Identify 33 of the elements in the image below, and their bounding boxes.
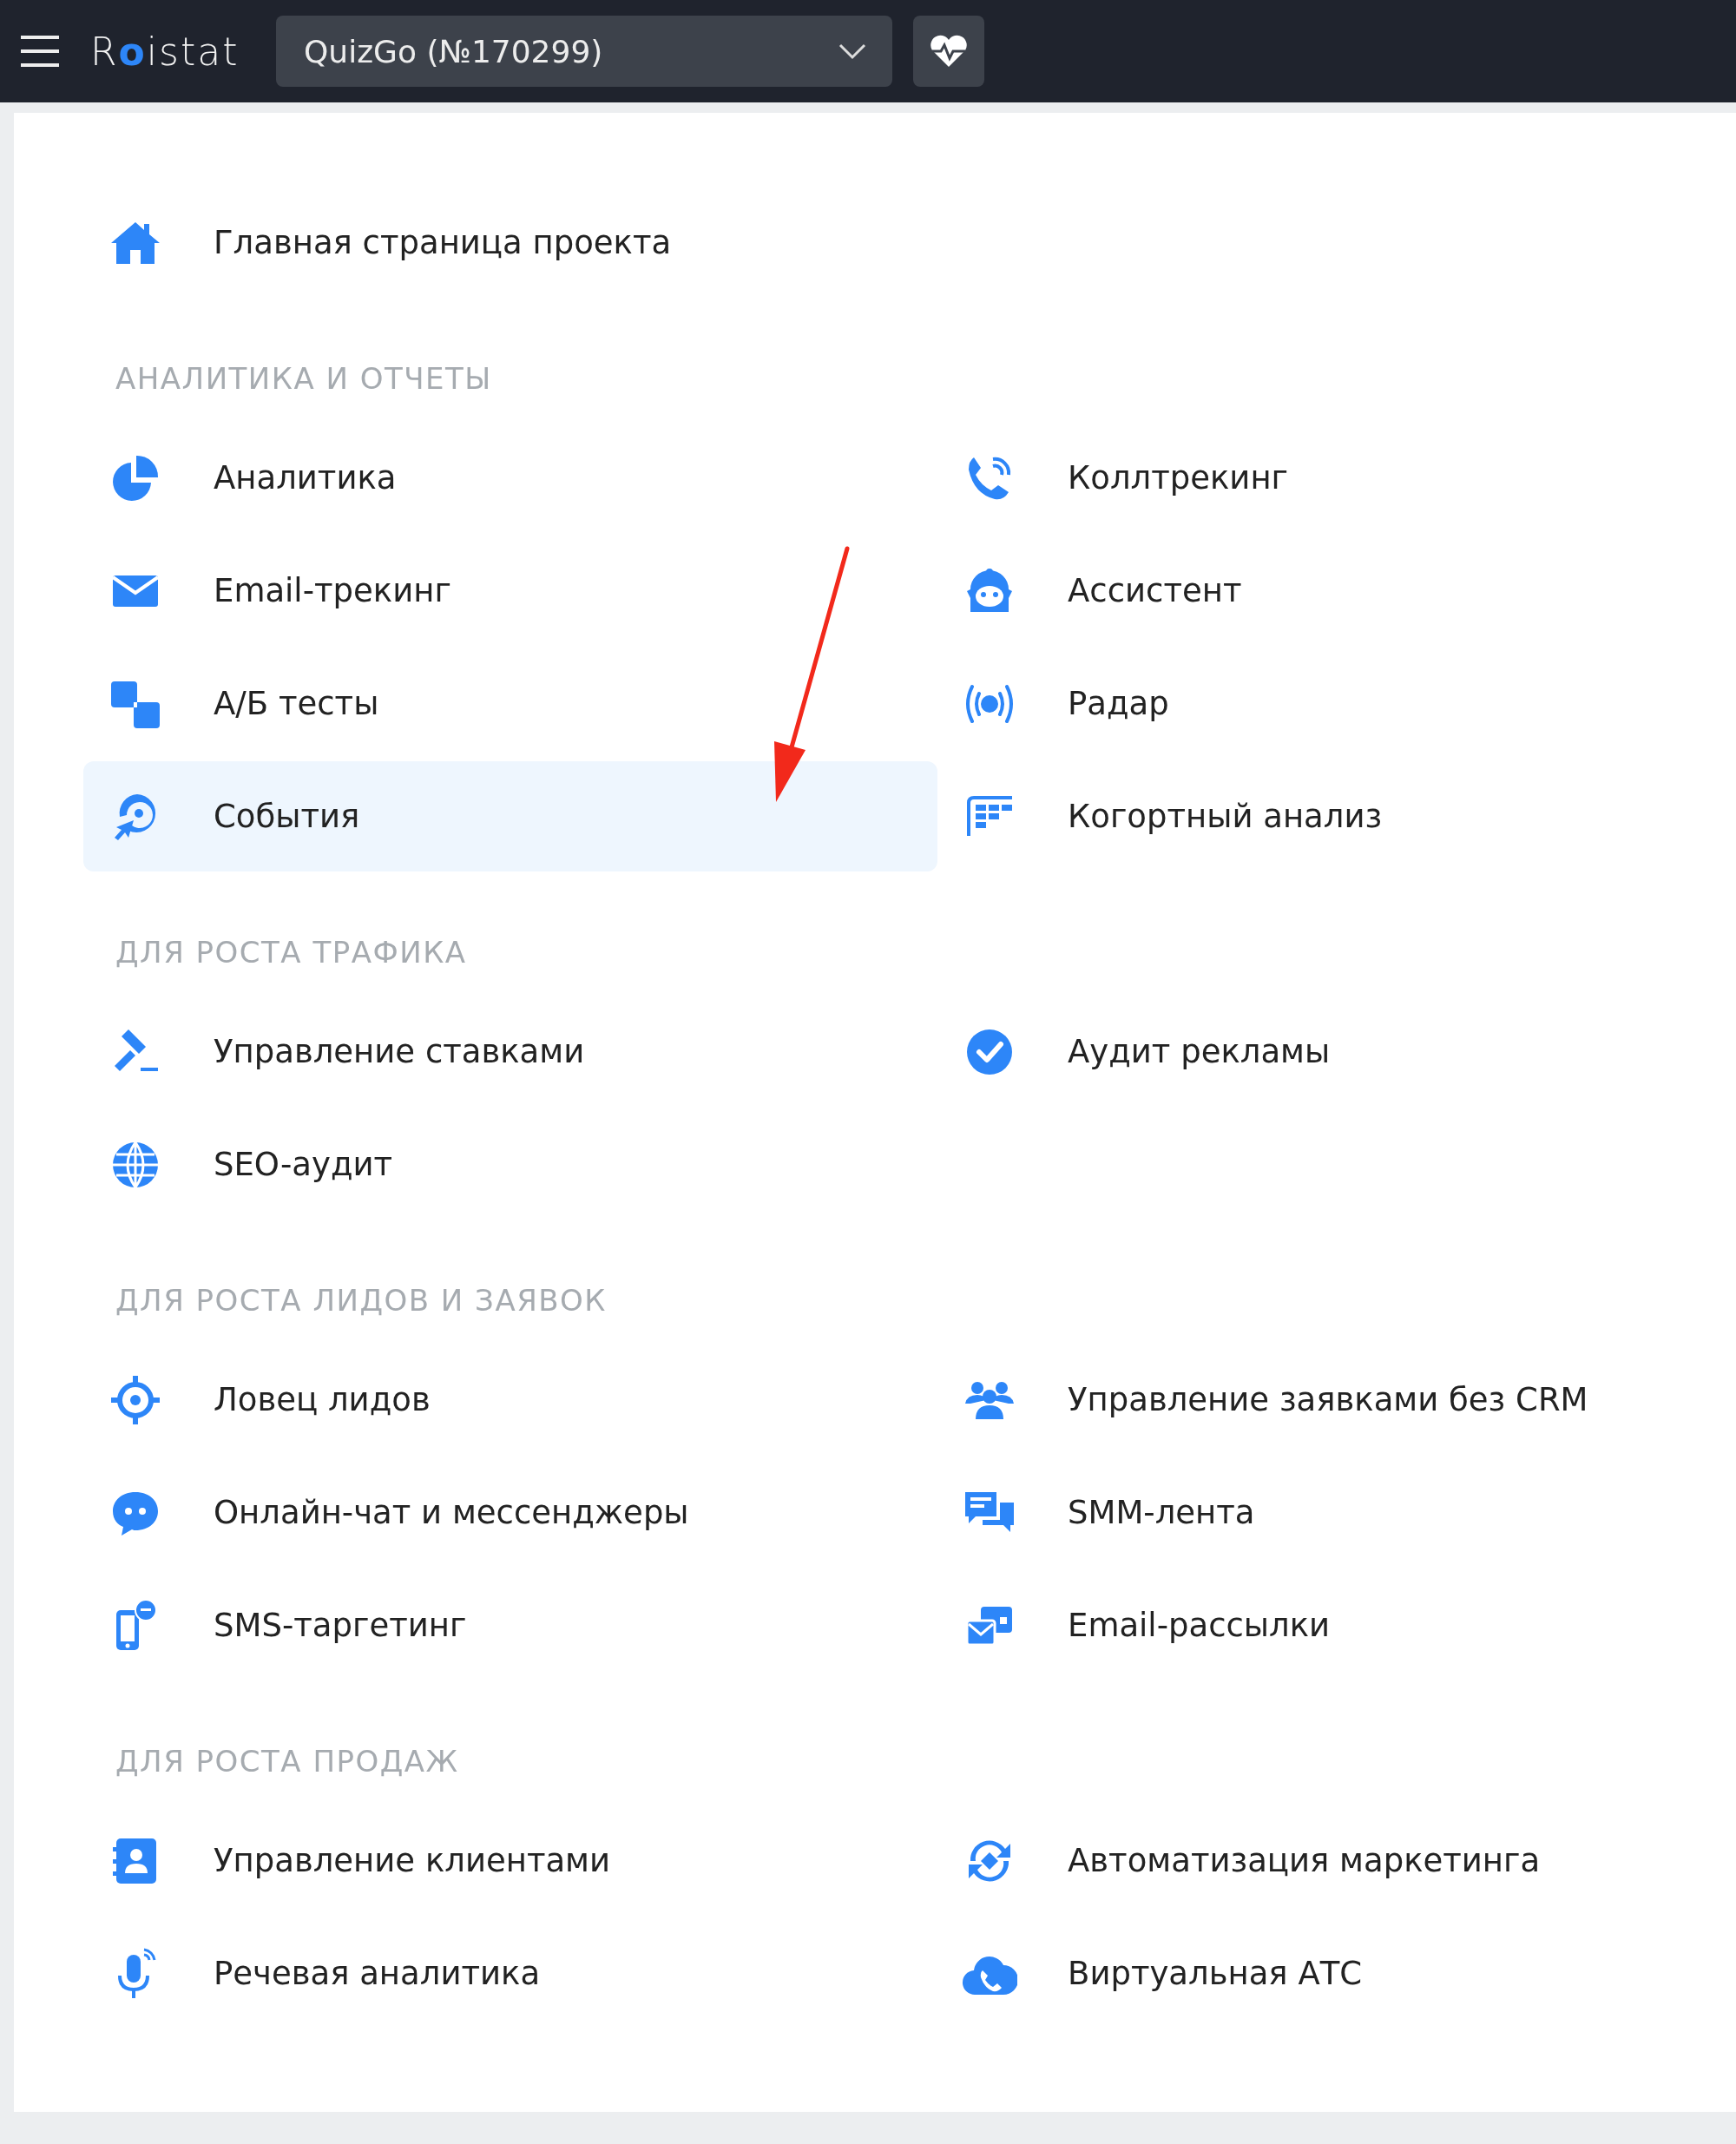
menu-item[interactable]: SMM-лента xyxy=(937,1457,1736,1568)
menu-item[interactable]: Управление клиентами xyxy=(83,1805,937,1916)
logo: Roistat xyxy=(90,29,240,74)
menu-item[interactable]: SMS-таргетинг xyxy=(83,1570,937,1680)
menu-item[interactable]: Управление заявками без CRM xyxy=(937,1345,1736,1455)
menu-item[interactable]: Аналитика xyxy=(83,423,937,533)
menu-item[interactable]: Речевая аналитика xyxy=(83,1918,937,2029)
project-select[interactable]: QuizGo (№170299) xyxy=(276,16,892,87)
menu-item[interactable]: Автоматизация маркетинга xyxy=(937,1805,1736,1916)
menu-item[interactable]: Коллтрекинг xyxy=(937,423,1736,533)
section-heading: АНАЛИТИКА И ОТЧЕТЫ xyxy=(115,360,493,398)
health-button[interactable] xyxy=(913,16,984,87)
menu-item[interactable]: Когортный анализ xyxy=(937,761,1736,871)
menu-item[interactable]: Главная страница проекта xyxy=(83,187,937,298)
menu-item[interactable]: Ассистент xyxy=(937,536,1736,646)
menu-item[interactable]: Управление ставками xyxy=(83,996,937,1107)
chevron-down-icon xyxy=(838,43,866,60)
menu-item[interactable]: Email-рассылки xyxy=(937,1570,1736,1680)
menu-icon xyxy=(19,34,61,69)
menu-item[interactable]: А/Б тесты xyxy=(83,648,937,759)
menu-item[interactable]: Радар xyxy=(937,648,1736,759)
menu-item[interactable]: Email-трекинг xyxy=(83,536,937,646)
menu-item[interactable]: SEO-аудит xyxy=(83,1109,937,1220)
section-heading: ДЛЯ РОСТА ЛИДОВ И ЗАЯВОК xyxy=(115,1282,608,1319)
heart-pulse-icon xyxy=(929,34,969,69)
menu-item[interactable]: Онлайн-чат и мессенджеры xyxy=(83,1457,937,1568)
menu-item[interactable]: Ловец лидов xyxy=(83,1345,937,1455)
section-heading: ДЛЯ РОСТА ПРОДАЖ xyxy=(115,1743,460,1780)
menu-button[interactable] xyxy=(19,34,61,69)
menu-item[interactable]: Аудит рекламы xyxy=(937,996,1736,1107)
menu-item[interactable]: События xyxy=(83,761,937,871)
section-heading: ДЛЯ РОСТА ТРАФИКА xyxy=(115,934,468,971)
menu-item[interactable]: Виртуальная АТС xyxy=(937,1918,1736,2029)
